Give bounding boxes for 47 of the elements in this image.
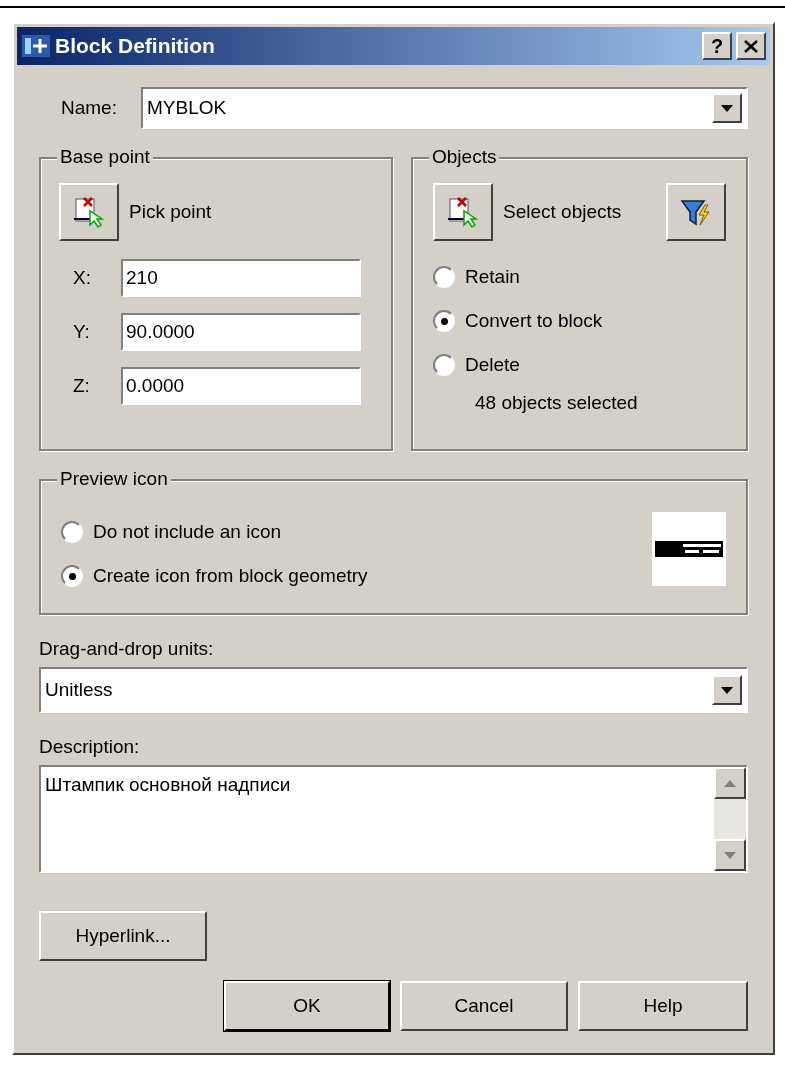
description-field[interactable]: Штампик основной надписи — [39, 765, 748, 873]
units-combo-box[interactable]: Unitless — [39, 667, 748, 713]
coordinate-field[interactable]: 90.0000 — [121, 313, 361, 351]
field-label: Drag-and-drop units: — [39, 637, 215, 661]
coordinate-field[interactable]: 210 — [121, 259, 361, 297]
radio-label: Delete — [465, 352, 520, 377]
radio-label: Convert to block — [465, 308, 603, 333]
radio-button[interactable] — [433, 354, 455, 376]
caret-down-icon — [721, 104, 733, 112]
window-title: Block Definition — [55, 33, 216, 60]
radio-label: Do not include an icon — [93, 519, 281, 544]
dropdown-button[interactable] — [712, 93, 742, 123]
scroll-down-icon[interactable] — [724, 851, 736, 859]
button-label: Pick point — [129, 199, 212, 224]
close-button[interactable] — [736, 32, 766, 60]
field-label: Y: — [72, 319, 91, 344]
field-label: Description: — [39, 735, 141, 759]
radio-label: Retain — [465, 264, 520, 289]
radio-button[interactable] — [433, 310, 455, 332]
field-label: Name: — [60, 95, 118, 120]
block-preview-drawing — [655, 539, 723, 559]
coordinate-field[interactable]: 0.0000 — [121, 367, 361, 405]
select-objects-button[interactable] — [433, 183, 493, 241]
dropdown-button[interactable] — [712, 675, 742, 705]
block-icon — [21, 33, 51, 59]
field-label: X: — [72, 265, 92, 290]
field-label: Z: — [72, 373, 91, 398]
help-button[interactable]: Help — [578, 981, 748, 1031]
help-button[interactable]: ? — [702, 32, 732, 60]
name-combo-box[interactable]: MYBLOK — [141, 87, 748, 129]
radio-button[interactable] — [61, 565, 83, 587]
quick-select-button[interactable] — [666, 183, 726, 241]
cancel-button[interactable]: Cancel — [400, 981, 568, 1031]
hyperlink-button[interactable]: Hyperlink... — [39, 911, 207, 961]
pick-point-button[interactable] — [59, 183, 119, 241]
ok-button[interactable]: OK — [224, 981, 390, 1031]
scroll-up-icon[interactable] — [724, 779, 736, 787]
button-label: Select objects — [503, 199, 623, 224]
selection-count: 48 objects selected — [474, 391, 639, 415]
caret-down-icon — [721, 686, 733, 694]
scrollbar[interactable] — [714, 767, 746, 871]
radio-button[interactable] — [433, 266, 455, 288]
cursor-pick-icon — [446, 195, 480, 229]
cursor-pick-icon — [72, 195, 106, 229]
radio-button[interactable] — [61, 521, 83, 543]
radio-label: Create icon from block geometry — [93, 563, 368, 588]
close-icon — [744, 39, 758, 53]
